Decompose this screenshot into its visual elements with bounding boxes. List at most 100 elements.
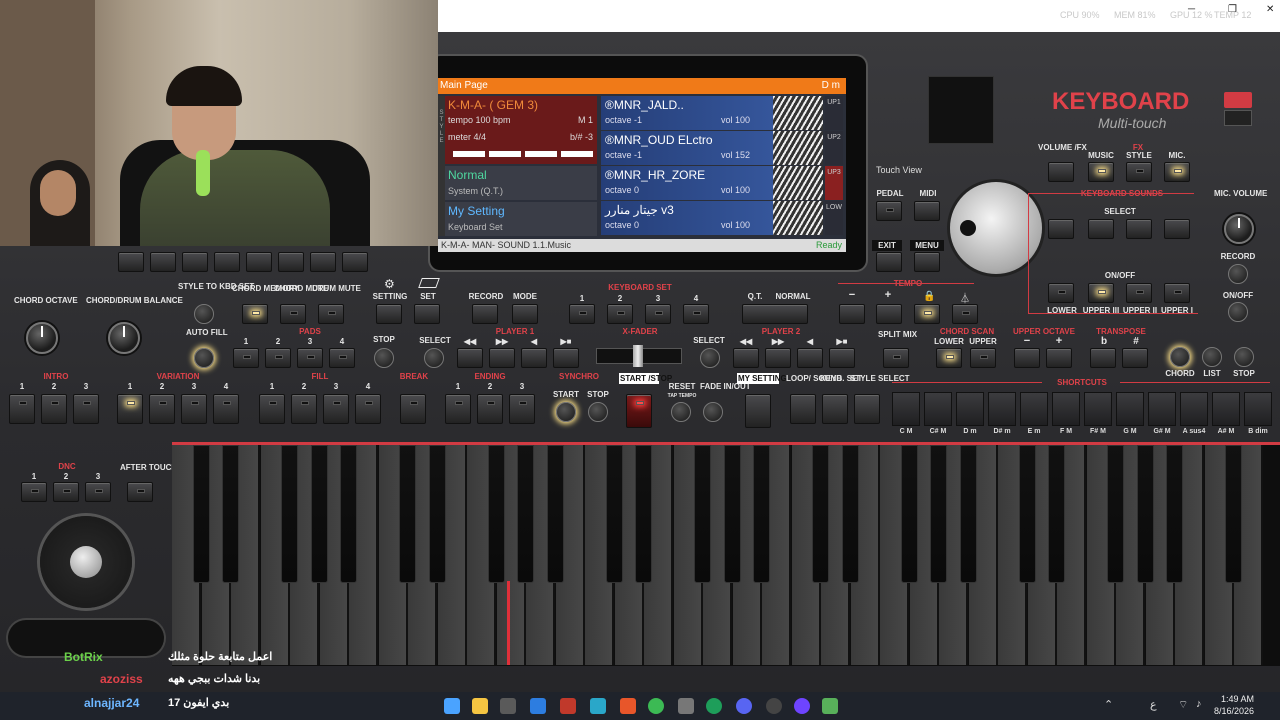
variation-button-2[interactable]: [149, 394, 175, 424]
black-key[interactable]: [1048, 445, 1065, 583]
player2-prev-button[interactable]: [797, 348, 823, 368]
fill-button-1[interactable]: [259, 394, 285, 424]
shortcut-key[interactable]: [1020, 392, 1048, 426]
track-upper2[interactable]: ®MNR_OUD ELctro octave -1 vol 152: [601, 131, 823, 165]
player1-rewind-button[interactable]: [457, 348, 483, 368]
part-onoff-upper3[interactable]: [1088, 283, 1114, 303]
sound-select-upper3[interactable]: [1088, 219, 1114, 239]
maximize-button[interactable]: ❐: [1228, 4, 1237, 15]
synchro-stop-button[interactable]: [588, 402, 608, 422]
app-icon[interactable]: [560, 698, 576, 714]
pedal-button[interactable]: [876, 201, 902, 221]
intro-button-1[interactable]: [9, 394, 35, 424]
player1-ff-button[interactable]: [489, 348, 515, 368]
octave-down-button[interactable]: [1014, 348, 1040, 368]
kbd-set-button-1[interactable]: [569, 304, 595, 324]
touch-view-label[interactable]: Touch View: [876, 165, 922, 175]
black-key[interactable]: [959, 445, 977, 583]
transpose-flat-button[interactable]: [1090, 348, 1116, 368]
shortcut-key[interactable]: [1212, 392, 1240, 426]
shortcut-key[interactable]: [1116, 392, 1144, 426]
brave-icon[interactable]: [620, 698, 636, 714]
black-key[interactable]: [753, 445, 770, 583]
folder-icon[interactable]: [418, 278, 440, 288]
style-panel[interactable]: K-M-A- ( GEM 3) tempo 100 bpm M 1 meter …: [445, 96, 597, 164]
black-key[interactable]: [694, 445, 711, 583]
track-upper3[interactable]: ®MNR_HR_ZORE octave 0 vol 100: [601, 166, 823, 200]
xfader-track[interactable]: [596, 345, 682, 367]
normal-panel[interactable]: Normal System (Q.T.): [445, 166, 597, 200]
top-button[interactable]: [246, 252, 272, 272]
sound-select-lower[interactable]: [1048, 219, 1074, 239]
keybed[interactable]: [172, 442, 1280, 666]
screen-toggle-button[interactable]: [928, 76, 994, 144]
tempo-minus-button[interactable]: [839, 304, 865, 324]
camera-app-icon[interactable]: [678, 698, 694, 714]
track-upper1[interactable]: ®MNR_JALD.. octave -1 vol 100: [601, 96, 823, 130]
top-button[interactable]: [214, 252, 240, 272]
clock-date[interactable]: 8/16/2026: [1210, 706, 1254, 716]
start-stop-button[interactable]: [626, 394, 652, 428]
gear-icon[interactable]: ⚙: [384, 277, 395, 291]
camera-toggle[interactable]: [1224, 110, 1252, 126]
wifi-icon[interactable]: ⌔: [1178, 698, 1188, 712]
part-onoff-upper1[interactable]: [1164, 283, 1190, 303]
app-icon[interactable]: [766, 698, 782, 714]
set-button[interactable]: [414, 304, 440, 324]
app-icon[interactable]: [706, 698, 722, 714]
black-key[interactable]: [428, 445, 446, 583]
style-select-button[interactable]: [854, 394, 880, 424]
intro-button-2[interactable]: [41, 394, 67, 424]
top-button[interactable]: [278, 252, 304, 272]
stop-right-button[interactable]: [1234, 347, 1254, 367]
player1-select-button[interactable]: [424, 348, 444, 368]
black-key[interactable]: [222, 445, 239, 583]
menu-button[interactable]: [914, 252, 940, 272]
kbd-set-button-3[interactable]: [645, 304, 671, 324]
black-key[interactable]: [841, 445, 859, 583]
joystick[interactable]: [40, 516, 132, 608]
split-mix-button[interactable]: [883, 348, 909, 368]
app-icon[interactable]: [500, 698, 516, 714]
edge-icon[interactable]: [590, 698, 606, 714]
player1-play-button[interactable]: [553, 348, 579, 368]
octave-up-button[interactable]: [1046, 348, 1072, 368]
black-key[interactable]: [310, 445, 328, 583]
sound-select-upper2[interactable]: [1126, 219, 1152, 239]
app-icon[interactable]: [822, 698, 838, 714]
shortcut-key[interactable]: [988, 392, 1016, 426]
record-button[interactable]: [472, 304, 498, 324]
chord-scan-lower-button[interactable]: [936, 348, 962, 368]
obs-icon[interactable]: [794, 698, 810, 714]
fill-button-2[interactable]: [291, 394, 317, 424]
black-key[interactable]: [930, 445, 947, 583]
auto-fill-button[interactable]: [194, 348, 214, 368]
pad-button-1[interactable]: [233, 348, 259, 368]
pad-button-2[interactable]: [265, 348, 291, 368]
fill-button-4[interactable]: [355, 394, 381, 424]
mic-record-button[interactable]: [1228, 264, 1248, 284]
black-key[interactable]: [812, 445, 829, 583]
chord-memory-button[interactable]: [242, 304, 268, 324]
top-button[interactable]: [118, 252, 144, 272]
fill-button-3[interactable]: [323, 394, 349, 424]
camera-icon[interactable]: [1224, 92, 1252, 108]
shortcut-key[interactable]: [956, 392, 984, 426]
discord-icon[interactable]: [736, 698, 752, 714]
shortcut-key[interactable]: [1244, 392, 1272, 426]
sound-select-upper1[interactable]: [1164, 219, 1190, 239]
black-key[interactable]: [900, 445, 918, 583]
volume-fx-button[interactable]: [1048, 162, 1074, 182]
minimize-button[interactable]: ─: [1188, 4, 1195, 15]
black-key[interactable]: [546, 445, 564, 583]
player2-select-button[interactable]: [700, 348, 720, 368]
list-button[interactable]: [1202, 347, 1222, 367]
xfader-handle[interactable]: [633, 345, 643, 367]
chevron-up-icon[interactable]: ⌃: [1104, 698, 1113, 711]
reset-button[interactable]: [671, 402, 691, 422]
app-icon[interactable]: [530, 698, 546, 714]
my-setting-panel[interactable]: My Setting Keyboard Set: [445, 202, 597, 236]
player2-ff-button[interactable]: [765, 348, 791, 368]
black-key[interactable]: [1018, 445, 1036, 583]
shortcut-key[interactable]: [1052, 392, 1080, 426]
